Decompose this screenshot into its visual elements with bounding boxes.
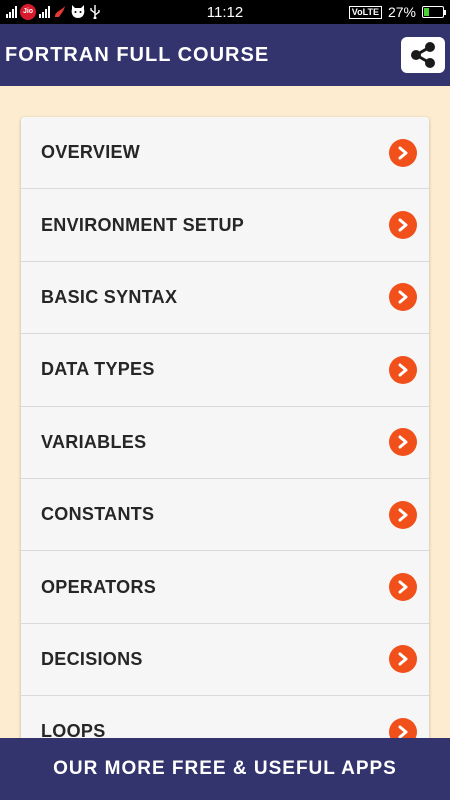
list-item-label: DECISIONS [41,648,143,669]
list-item-operators[interactable]: OPERATORS [21,551,429,624]
list-item-constants[interactable]: CONSTANTS [21,479,429,552]
share-icon [411,42,435,68]
chevron-right-icon [389,211,417,240]
list-item-decisions[interactable]: DECISIONS [21,624,429,697]
chevron-right-icon [389,283,417,312]
list-item-label: VARIABLES [41,431,147,452]
list-item-overview[interactable]: OVERVIEW [21,117,429,190]
chevron-right-icon [389,355,417,384]
share-button[interactable] [401,37,445,73]
chevron-right-icon [389,500,417,529]
chevron-right-icon [389,428,417,457]
battery-percent: 27% [387,4,416,20]
list-item-variables[interactable]: VARIABLES [21,407,429,479]
list-item-label: BASIC SYNTAX [41,286,178,307]
status-bar: Jio 11:12 VoLTE 27% [0,0,450,24]
page-title: FORTRAN FULL COURSE [5,43,270,66]
more-apps-banner[interactable]: OUR MORE FREE & USEFUL APPS [0,738,450,800]
app-bar: FORTRAN FULL COURSE [0,24,450,86]
chevron-right-icon [389,573,417,602]
list-item-label: OVERVIEW [41,142,141,163]
volte-badge: VoLTE [348,5,382,19]
more-apps-label: OUR MORE FREE & USEFUL APPS [53,758,397,779]
list-item-label: DATA TYPES [41,359,155,380]
list-item-environment-setup[interactable]: ENVIRONMENT SETUP [21,189,429,262]
list-item-data-types[interactable]: DATA TYPES [21,334,429,407]
status-right: VoLTE 27% [348,4,446,20]
list-item-label: CONSTANTS [41,504,155,525]
list-item-label: ENVIRONMENT SETUP [41,214,245,235]
chevron-right-icon [389,138,417,167]
topic-list: OVERVIEW ENVIRONMENT SETUP BASIC SYNTAX DAT… [21,117,429,757]
chevron-right-icon [389,645,417,674]
list-item-basic-syntax[interactable]: BASIC SYNTAX [21,262,429,335]
list-item-label: OPERATORS [41,576,157,597]
battery-icon [422,6,446,18]
battery-level [424,8,430,16]
